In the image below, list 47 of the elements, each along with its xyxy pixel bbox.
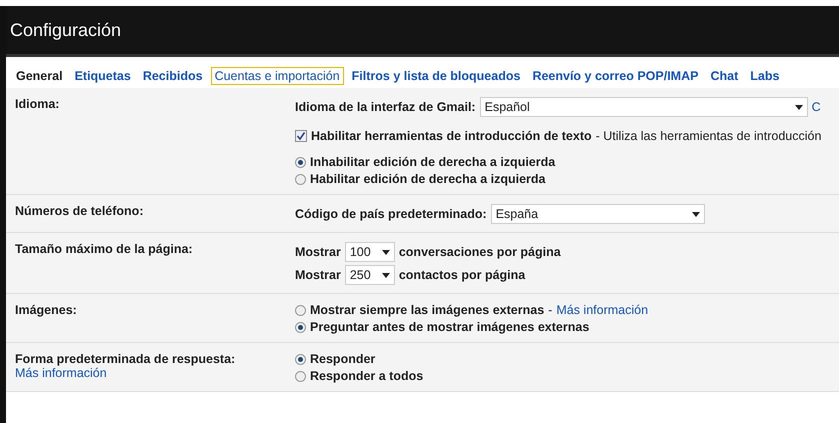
link[interactable]: Más información (15, 366, 295, 380)
setting-label: Imágenes: (15, 303, 78, 317)
dropdown[interactable]: 100 (344, 242, 395, 262)
radio-label: Inhabilitar edición de derecha a izquierda (310, 155, 556, 169)
page-title: Configuración (10, 20, 122, 40)
tab[interactable]: Etiquetas (70, 67, 135, 85)
radio-button[interactable] (295, 304, 306, 316)
tab[interactable]: General (12, 67, 67, 85)
radio-button[interactable] (295, 370, 306, 382)
caret-icon (692, 212, 700, 216)
field-label: conversaciones por página (398, 245, 561, 259)
setting-label: Forma predeterminada de respuesta: (15, 352, 236, 366)
radio-button[interactable] (295, 322, 306, 332)
setting-label: Tamaño máximo de la página: (15, 242, 194, 256)
description: - Utiliza las herramientas de introducción (596, 129, 822, 143)
radio-button[interactable] (295, 354, 306, 364)
tab[interactable]: Chat (706, 67, 742, 85)
link[interactable]: Más información (556, 303, 648, 317)
tab[interactable]: Recibidos (138, 67, 207, 85)
caret-icon (382, 250, 390, 254)
radio-label: Mostrar siempre las imágenes externas (310, 303, 544, 317)
link[interactable]: C (812, 100, 821, 114)
tab[interactable]: Cuentas e importación (210, 67, 344, 85)
tab[interactable]: Labs (746, 67, 784, 85)
field-label: Mostrar (295, 245, 341, 259)
setting-label: Idioma: (15, 97, 60, 111)
field-label: Idioma de la interfaz de Gmail: (295, 100, 476, 114)
radio-label: Habilitar edición de derecha a izquierda (310, 172, 546, 186)
radio-label: Preguntar antes de mostrar imágenes externas (310, 320, 590, 334)
checkbox-label: Habilitar herramientas de introducción de texto (311, 129, 592, 143)
field-label: contactos por página (398, 268, 526, 282)
radio-label: Responder a todos (310, 369, 424, 383)
dropdown[interactable]: Español (480, 97, 808, 117)
checkbox[interactable] (295, 130, 307, 142)
separator-text: - (548, 303, 552, 317)
tab[interactable]: Filtros y lista de bloqueados (348, 67, 524, 85)
caret-icon (794, 104, 803, 110)
field-label: Mostrar (295, 268, 341, 282)
dropdown[interactable]: 250 (344, 265, 395, 285)
caret-icon (382, 272, 390, 278)
radio-label: Responder (310, 352, 376, 366)
dropdown[interactable]: España (490, 204, 705, 224)
setting-label: Números de teléfono: (15, 204, 144, 218)
field-label: Código de país predeterminado: (295, 207, 487, 221)
tab[interactable]: Reenvío y correo POP/IMAP (528, 67, 702, 85)
radio-button[interactable] (295, 156, 306, 168)
radio-button[interactable] (295, 174, 306, 184)
